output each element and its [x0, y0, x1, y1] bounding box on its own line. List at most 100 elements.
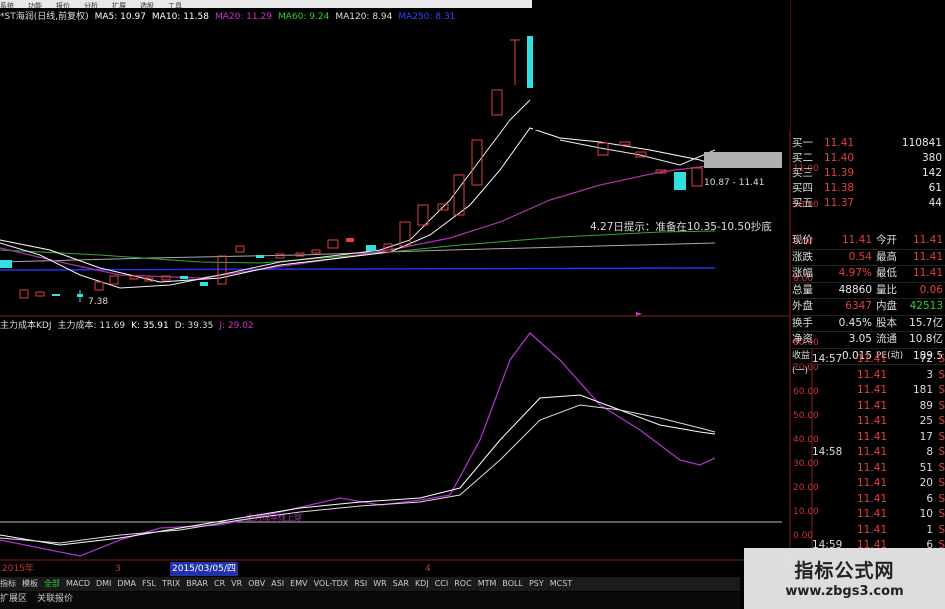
stat-value: 6347	[845, 300, 872, 312]
stat-value: 48860	[838, 283, 872, 296]
candle	[77, 294, 83, 297]
tick-flag: S	[938, 446, 945, 458]
indicator-tab[interactable]: RSI	[354, 579, 367, 588]
indicator-tab[interactable]: MCST	[550, 579, 572, 588]
indicator-tab[interactable]: ROC	[454, 579, 471, 588]
tick-list[interactable]: 14:57 11.41 72 S 11.41 3 S 11.41 181 S 11.41 89 S 11.…	[812, 352, 945, 554]
indicator-tab[interactable]: 全部	[44, 579, 60, 588]
tick-price: 11.41	[857, 384, 888, 396]
indicator-tab[interactable]: BRAR	[186, 579, 208, 588]
tab-linked-quote[interactable]: 关联报价	[37, 594, 73, 604]
order-price: 11.41	[824, 137, 855, 149]
low-price-label: 7.38	[88, 297, 108, 307]
order-label: 买三	[792, 167, 813, 179]
kdj-j: J: 29.02	[219, 321, 254, 331]
indicator-tab[interactable]: BOLL	[502, 579, 523, 588]
indicator-tab[interactable]: MTM	[478, 579, 497, 588]
indicator-tab[interactable]: CR	[214, 579, 225, 588]
candle	[0, 260, 12, 268]
indicator-tab[interactable]: ASI	[271, 579, 284, 588]
indicator-tab[interactable]: MACD	[66, 579, 90, 588]
order-price: 11.38	[824, 182, 855, 194]
kdj-label: 主力成本KDJ	[0, 321, 52, 331]
selected-date[interactable]: 2015/03/05/四	[170, 562, 238, 576]
indicator-tab[interactable]: WR	[373, 579, 386, 588]
candle	[471, 139, 483, 186]
order-row: 买二 11.40 380	[792, 151, 945, 166]
tick-vol: 3	[926, 368, 933, 381]
tick-vol: 17	[919, 430, 933, 443]
indicator-tab[interactable]: DMA	[117, 579, 136, 588]
kdj-header: 主力成本KDJ 主力成本: 11.69 K: 35.91 D: 39.35 J: 29.…	[0, 318, 260, 332]
kdj-d: D: 39.35	[174, 321, 214, 331]
tick-vol: 51	[919, 461, 933, 474]
tick-time: 14:57	[812, 353, 843, 365]
order-volume: 61	[928, 182, 942, 194]
tick-vol: 20	[919, 477, 933, 489]
tick-flag: S	[938, 492, 945, 505]
tick-vol: 8	[926, 446, 933, 458]
tick-flag: S	[938, 353, 945, 365]
tab-extension[interactable]: 扩展区	[0, 594, 27, 604]
indicator-tab[interactable]: 模板	[22, 579, 38, 588]
watermark-url: www.zbgs3.com	[785, 584, 904, 599]
indicator-tab[interactable]: OBV	[248, 579, 265, 588]
tick-time	[812, 461, 857, 477]
candle	[327, 239, 339, 249]
tick-vol: 89	[919, 399, 933, 412]
stat-key: 涨跌	[792, 250, 813, 263]
order-volume: 380	[921, 152, 942, 164]
tick-vol: 181	[912, 384, 933, 396]
indicator-tab[interactable]: DMI	[96, 579, 111, 588]
indicator-tab[interactable]: KDJ	[415, 579, 429, 588]
stat-key: 股本	[876, 316, 897, 329]
tick-time	[812, 383, 857, 399]
indicator-tab[interactable]: TRIX	[162, 579, 180, 588]
tick-time	[812, 492, 857, 508]
indicator-tab[interactable]: CCI	[435, 579, 449, 588]
tick-vol: 6	[926, 492, 933, 505]
indicator-tab[interactable]: 指标	[0, 579, 16, 588]
indicator-tab[interactable]: PSY	[529, 579, 544, 588]
stat-row: 换手 0.45% 股本 15.7亿	[792, 316, 945, 332]
tick-price: 11.41	[857, 477, 888, 489]
indicator-tab[interactable]: VR	[231, 579, 242, 588]
candle	[366, 245, 376, 251]
stat-value: 15.7亿	[909, 316, 943, 329]
tick-vol: 10	[919, 508, 933, 520]
tick-flag: S	[938, 399, 945, 412]
order-row: 买一 11.41 110841	[792, 136, 945, 151]
stat-value: 11.41	[912, 267, 943, 279]
stat-key: 换手	[792, 316, 813, 329]
bottom-bar: 扩展区 关联报价	[0, 592, 740, 609]
indicator-tab[interactable]: EMV	[290, 579, 307, 588]
stat-row: 现价 11.41 今开 11.41	[792, 233, 945, 250]
kdj-axis-label: 0.00	[793, 531, 813, 541]
stat-value: 4.97%	[838, 267, 872, 279]
date-label: 3	[115, 564, 121, 574]
order-row: 买三 11.39 142	[792, 166, 945, 181]
tick-vol: 25	[919, 415, 933, 427]
stat-key: 最低	[876, 267, 897, 279]
tick-flag: S	[938, 430, 945, 443]
indicator-tab[interactable]: SAR	[393, 579, 409, 588]
indicator-tab[interactable]: VOL-TDX	[314, 579, 349, 588]
tick-row: 11.41 25 S	[812, 414, 945, 430]
stat-key: 量比	[876, 283, 897, 296]
watermark-logo: 指标公式网 www.zbgs3.com	[744, 548, 945, 609]
date-label: 4	[425, 564, 431, 574]
stat-key: 外盘	[792, 300, 813, 312]
stat-value: 0.06	[919, 283, 943, 296]
candle	[691, 167, 703, 187]
order-row: 买五 11.37 44	[792, 196, 945, 211]
stat-row: 外盘 6347 内盘 42513	[792, 299, 945, 316]
tick-flag: S	[938, 477, 945, 489]
tick-flag: S	[938, 508, 945, 520]
indicator-tab[interactable]: FSL	[142, 579, 156, 588]
order-book: 买一 11.41 110841 买二 11.40 380 买三 11.39 142 买四 11…	[792, 136, 945, 211]
tick-row: 11.41 17 S	[812, 430, 945, 446]
tick-row: 11.41 6 S	[812, 492, 945, 508]
stat-key: 最高	[876, 250, 897, 263]
stat-key: 内盘	[876, 300, 897, 312]
stat-key: 总量	[792, 283, 813, 296]
